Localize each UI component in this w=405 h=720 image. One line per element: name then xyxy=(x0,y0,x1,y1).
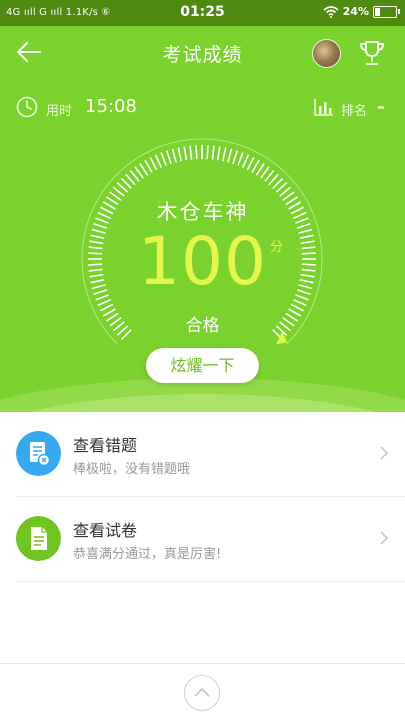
score-unit: 分 xyxy=(270,240,284,255)
item-title: 查看错题 xyxy=(73,436,138,455)
result-panel: 考试成绩 用时 15:08 排名 – 木仓车神 100 分 合格 炫耀一下 xyxy=(0,26,405,412)
item-subtitle: 棒极啦，没有错题哦 xyxy=(73,462,191,477)
gauge-tick xyxy=(216,146,221,161)
battery-fill xyxy=(375,7,380,16)
pass-status: 合格 xyxy=(185,316,220,336)
gauge-tick xyxy=(246,157,255,171)
status-bar: 4G ııll G ııll 1.1K/s ⑥ 01:25 24% xyxy=(0,0,405,26)
gauge-tick xyxy=(195,145,198,160)
item-title: 查看试卷 xyxy=(73,521,138,540)
list-item-wrong-questions[interactable]: 查看错题 棒极啦，没有错题哦 xyxy=(16,412,405,497)
gauge-tick xyxy=(139,162,149,176)
battery-icon xyxy=(373,5,400,18)
gauge-tick xyxy=(237,152,244,166)
battery-percent: 24% xyxy=(342,5,369,18)
gauge-tick xyxy=(206,145,209,160)
wrong-questions-icon xyxy=(16,431,61,476)
list-item-exam-paper[interactable]: 查看试卷 恭喜满分通过，真是厉害! xyxy=(16,497,405,582)
gauge-tick xyxy=(232,150,238,165)
gauge-tick xyxy=(241,154,250,168)
gauge-tick xyxy=(211,145,215,160)
gauge-tick xyxy=(160,152,167,166)
item-subtitle: 恭喜满分通过，真是厉害! xyxy=(73,547,222,562)
chevron-right-icon xyxy=(380,446,389,460)
gauge-tick xyxy=(260,166,270,179)
gauge-tick xyxy=(183,146,188,161)
share-button[interactable]: 炫耀一下 xyxy=(146,348,259,383)
gauge-tick xyxy=(144,159,153,173)
gauge-tick xyxy=(171,148,177,163)
status-right: 24% xyxy=(323,5,400,18)
footer-divider xyxy=(0,663,405,664)
scroll-top-button[interactable] xyxy=(184,675,220,711)
wifi-icon xyxy=(323,5,339,18)
gauge-tick xyxy=(227,148,233,163)
gauge-tick xyxy=(255,162,265,176)
score-value: 100 xyxy=(138,223,267,300)
gauge-tick xyxy=(189,145,193,160)
gauge-tick xyxy=(100,303,114,312)
exam-paper-icon xyxy=(16,516,61,561)
chevron-up-icon xyxy=(194,687,210,697)
gauge-tick xyxy=(222,147,227,162)
chevron-right-icon xyxy=(380,531,389,545)
gauge-tick xyxy=(134,166,144,179)
gauge-tick xyxy=(154,154,163,168)
action-list: 查看错题 棒极啦，没有错题哦 查看试卷 恭喜满分通过，真是厉害! xyxy=(0,412,405,582)
gauge-tick xyxy=(177,147,182,162)
gauge-tick xyxy=(251,159,260,173)
gauge-tick xyxy=(290,303,304,312)
gauge-tick xyxy=(166,150,172,165)
gauge-tick xyxy=(149,157,158,171)
